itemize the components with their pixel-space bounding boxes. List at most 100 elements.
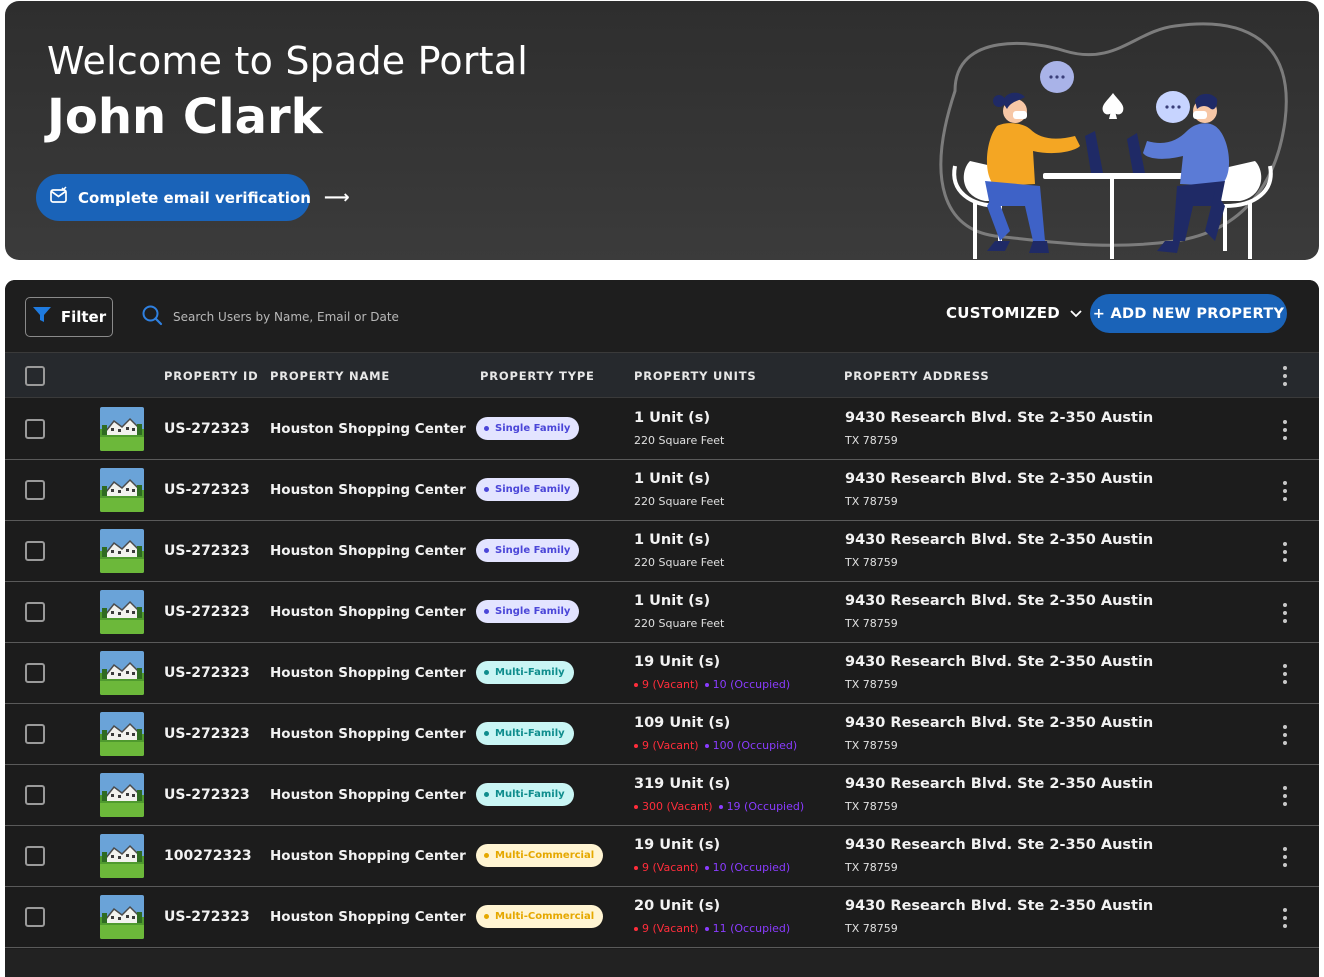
- property-units: 109 Unit (s): [634, 715, 731, 731]
- occupied-count: 10 (Occupied): [705, 678, 791, 691]
- property-units: 20 Unit (s): [634, 898, 721, 914]
- property-thumbnail[interactable]: [100, 895, 144, 939]
- property-type-label: Multi-Commercial: [495, 850, 595, 861]
- customized-view-dropdown[interactable]: CUSTOMIZED: [946, 304, 1082, 322]
- row-more-icon[interactable]: [1275, 479, 1295, 503]
- filter-button[interactable]: Filter: [25, 297, 113, 337]
- property-address-line2: TX 78759: [845, 495, 898, 508]
- row-checkbox[interactable]: [25, 541, 45, 561]
- property-thumbnail[interactable]: [100, 712, 144, 756]
- row-checkbox[interactable]: [25, 419, 45, 439]
- table-row[interactable]: US-272323 Houston Shopping Center Single F…: [5, 521, 1319, 582]
- row-checkbox[interactable]: [25, 785, 45, 805]
- column-property-id[interactable]: PROPERTY ID: [164, 369, 258, 383]
- property-address-line1: 9430 Research Blvd. Ste 2-350 Austin: [845, 776, 1154, 792]
- property-type-label: Single Family: [495, 606, 571, 617]
- complete-email-verification-button[interactable]: Complete email verification ⟶: [36, 174, 350, 221]
- column-property-type[interactable]: PROPERTY TYPE: [480, 369, 595, 383]
- property-thumbnail[interactable]: [100, 590, 144, 634]
- row-more-icon[interactable]: [1275, 723, 1295, 747]
- select-all-checkbox[interactable]: [25, 366, 45, 386]
- property-type-badge: Single Family: [476, 539, 580, 562]
- row-checkbox[interactable]: [25, 724, 45, 744]
- property-address-line2: TX 78759: [845, 617, 898, 630]
- property-name[interactable]: Houston Shopping Center: [270, 482, 466, 498]
- mail-check-icon: [49, 185, 69, 210]
- row-more-icon[interactable]: [1275, 845, 1295, 869]
- property-thumbnail[interactable]: [100, 529, 144, 573]
- occupied-count: 11 (Occupied): [705, 922, 791, 935]
- row-more-icon[interactable]: [1275, 540, 1295, 564]
- search-input[interactable]: [173, 310, 533, 324]
- property-name[interactable]: Houston Shopping Center: [270, 604, 466, 620]
- property-type-label: Multi-Family: [495, 789, 565, 800]
- badge-dot-icon: [484, 487, 489, 492]
- property-address-line2: TX 78759: [845, 861, 898, 874]
- row-more-icon[interactable]: [1275, 601, 1295, 625]
- property-thumbnail[interactable]: [100, 834, 144, 878]
- property-id: US-272323: [164, 787, 250, 803]
- welcome-heading: Welcome to Spade Portal: [47, 39, 529, 83]
- property-id: US-272323: [164, 543, 250, 559]
- property-name[interactable]: Houston Shopping Center: [270, 421, 466, 437]
- property-address-line1: 9430 Research Blvd. Ste 2-350 Austin: [845, 471, 1154, 487]
- table-row[interactable]: US-272323 Houston Shopping Center Multi-Fa…: [5, 704, 1319, 765]
- property-thumbnail[interactable]: [100, 407, 144, 451]
- property-units: 19 Unit (s): [634, 837, 721, 853]
- table-row[interactable]: US-272323 Houston Shopping Center Multi-Fa…: [5, 765, 1319, 826]
- row-more-icon[interactable]: [1275, 418, 1295, 442]
- property-type-badge: Multi-Family: [476, 722, 574, 745]
- unit-area: 220 Square Feet: [634, 495, 725, 508]
- badge-dot-icon: [484, 548, 489, 553]
- unit-area: 220 Square Feet: [634, 556, 725, 569]
- property-thumbnail[interactable]: [100, 468, 144, 512]
- table-row[interactable]: US-272323 Houston Shopping Center Single F…: [5, 399, 1319, 460]
- column-property-address[interactable]: PROPERTY ADDRESS: [844, 369, 989, 383]
- property-address-line1: 9430 Research Blvd. Ste 2-350 Austin: [845, 532, 1154, 548]
- property-thumbnail[interactable]: [100, 651, 144, 695]
- property-type-badge: Single Family: [476, 417, 580, 440]
- property-address-line1: 9430 Research Blvd. Ste 2-350 Austin: [845, 715, 1154, 731]
- row-more-icon[interactable]: [1275, 662, 1295, 686]
- table-row[interactable]: US-272323 Houston Shopping Center Multi-Fa…: [5, 643, 1319, 704]
- vacant-count: 9 (Vacant): [634, 678, 699, 691]
- property-id: US-272323: [164, 665, 250, 681]
- row-more-icon[interactable]: [1275, 784, 1295, 808]
- property-type-label: Multi-Commercial: [495, 911, 595, 922]
- property-name[interactable]: Houston Shopping Center: [270, 909, 466, 925]
- row-checkbox[interactable]: [25, 602, 45, 622]
- row-more-icon[interactable]: [1275, 906, 1295, 930]
- property-name[interactable]: Houston Shopping Center: [270, 543, 466, 559]
- property-name[interactable]: Houston Shopping Center: [270, 787, 466, 803]
- property-address-line2: TX 78759: [845, 434, 898, 447]
- property-type-badge: Multi-Commercial: [476, 844, 604, 867]
- property-name[interactable]: Houston Shopping Center: [270, 665, 466, 681]
- row-checkbox[interactable]: [25, 846, 45, 866]
- welcome-banner: Welcome to Spade Portal John Clark Compl…: [5, 1, 1319, 260]
- column-property-name[interactable]: PROPERTY NAME: [270, 369, 390, 383]
- property-id: 100272323: [164, 848, 252, 864]
- column-property-units[interactable]: PROPERTY UNITS: [634, 369, 756, 383]
- table-row[interactable]: US-272323 Houston Shopping Center Single F…: [5, 460, 1319, 521]
- property-type-label: Multi-Family: [495, 728, 565, 739]
- property-units: 1 Unit (s): [634, 593, 711, 609]
- add-new-property-button[interactable]: + ADD NEW PROPERTY: [1090, 294, 1287, 333]
- header-more-icon[interactable]: [1275, 364, 1295, 388]
- badge-dot-icon: [484, 670, 489, 675]
- table-footer: [5, 949, 1319, 977]
- badge-dot-icon: [484, 914, 489, 919]
- chevron-down-icon: [1070, 304, 1082, 322]
- property-type-badge: Single Family: [476, 600, 580, 623]
- row-checkbox[interactable]: [25, 907, 45, 927]
- property-table-panel: Filter CUSTOMIZED + ADD NEW PROPERTY PRO…: [5, 280, 1319, 977]
- property-address-line1: 9430 Research Blvd. Ste 2-350 Austin: [845, 898, 1154, 914]
- property-name[interactable]: Houston Shopping Center: [270, 726, 466, 742]
- property-thumbnail[interactable]: [100, 773, 144, 817]
- row-checkbox[interactable]: [25, 480, 45, 500]
- table-row[interactable]: US-272323 Houston Shopping Center Single F…: [5, 582, 1319, 643]
- vacant-count: 9 (Vacant): [634, 861, 699, 874]
- table-row[interactable]: 100272323 Houston Shopping Center Multi-Co…: [5, 826, 1319, 887]
- row-checkbox[interactable]: [25, 663, 45, 683]
- table-row[interactable]: US-272323 Houston Shopping Center Multi-Co…: [5, 887, 1319, 948]
- property-name[interactable]: Houston Shopping Center: [270, 848, 466, 864]
